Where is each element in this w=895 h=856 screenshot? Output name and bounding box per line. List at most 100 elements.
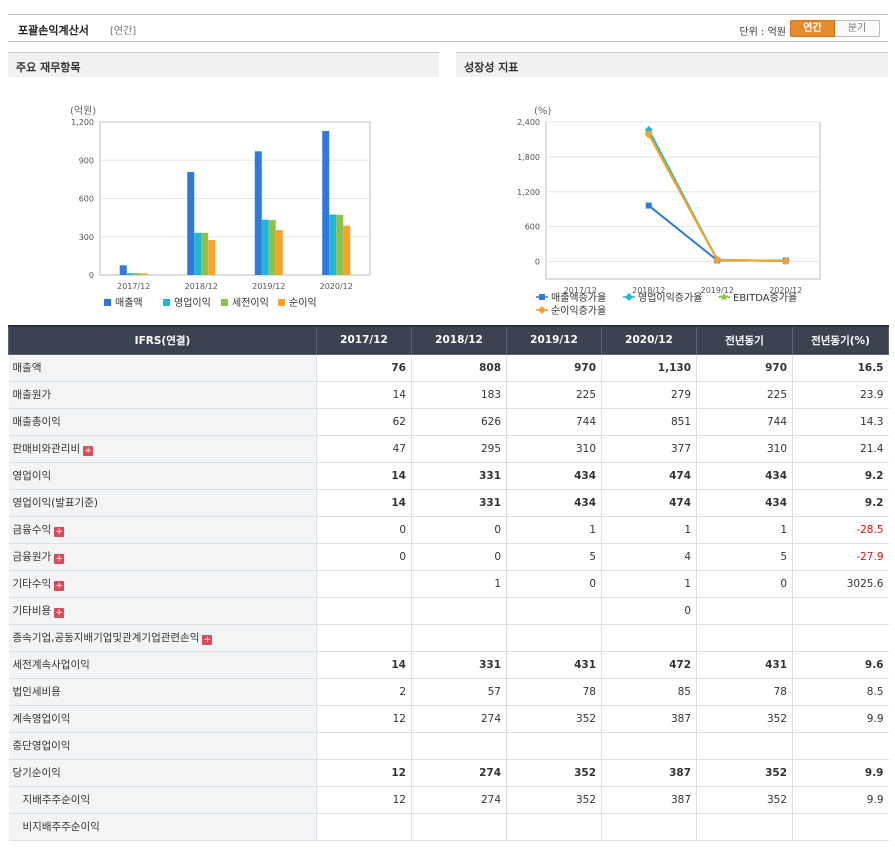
table-row: 비지배주주순이익 bbox=[8, 813, 889, 841]
row-label-cell: 비지배주주순이익 bbox=[8, 813, 317, 841]
column-header: 2018/12 bbox=[411, 325, 507, 355]
y-tick-label: 1,200 bbox=[71, 118, 94, 127]
value-cell: -27.9 bbox=[792, 543, 889, 571]
value-cell: 9.2 bbox=[792, 489, 889, 517]
value-cell bbox=[316, 570, 412, 598]
value-cell: 472 bbox=[601, 651, 697, 679]
value-cell: 225 bbox=[696, 381, 793, 409]
expand-plus-icon[interactable]: + bbox=[54, 554, 65, 564]
value-cell: 0 bbox=[601, 597, 697, 625]
y-tick-label: 0 bbox=[535, 258, 540, 267]
row-label-cell: 매출액 bbox=[8, 354, 317, 382]
y-tick-label: 0 bbox=[89, 271, 94, 280]
table-row: 지배주주순이익 12 274 352 387 352 9.9 bbox=[8, 786, 889, 814]
value-cell: 1 bbox=[411, 570, 507, 598]
value-cell: 431 bbox=[506, 651, 602, 679]
value-cell: 14 bbox=[316, 651, 412, 679]
value-cell bbox=[792, 624, 889, 652]
row-label: 중단영업이익 bbox=[12, 740, 71, 752]
value-cell: 12 bbox=[316, 786, 412, 814]
annual-toggle-button[interactable]: 연간 bbox=[790, 20, 835, 37]
bar-매출액 bbox=[187, 171, 195, 275]
value-cell: 331 bbox=[411, 651, 507, 679]
expand-plus-icon[interactable]: + bbox=[54, 527, 65, 537]
value-cell: 0 bbox=[316, 543, 412, 571]
value-cell: 431 bbox=[696, 651, 793, 679]
legend-label: EBITDA증가율 bbox=[733, 292, 797, 304]
value-cell: 78 bbox=[696, 678, 793, 706]
value-cell: 434 bbox=[696, 462, 793, 490]
value-cell: 225 bbox=[506, 381, 602, 409]
unit-label: (%) bbox=[534, 106, 551, 117]
value-cell: 2 bbox=[316, 678, 412, 706]
expand-plus-icon[interactable]: + bbox=[202, 635, 213, 645]
y-tick-label: 1,200 bbox=[517, 188, 540, 197]
value-cell bbox=[601, 732, 697, 760]
value-cell bbox=[696, 597, 793, 625]
period-toggle: 연간 분기 bbox=[790, 20, 880, 37]
value-cell: 331 bbox=[411, 462, 507, 490]
table-row: 기타비용 +0 bbox=[8, 597, 889, 625]
legend-swatch bbox=[104, 299, 111, 306]
value-cell: 14 bbox=[316, 489, 412, 517]
value-cell: 9.9 bbox=[792, 786, 889, 814]
bar-순이익 bbox=[275, 230, 283, 275]
row-label: 영업이익 bbox=[12, 470, 52, 482]
value-cell: 310 bbox=[506, 435, 602, 463]
value-cell: 744 bbox=[506, 408, 602, 436]
value-cell bbox=[696, 624, 793, 652]
bar-세전이익 bbox=[336, 214, 344, 275]
expand-plus-icon[interactable]: + bbox=[54, 608, 65, 618]
row-label-cell: 종속기업,공동지배기업및관계기업관련손익 + bbox=[8, 624, 317, 652]
x-tick-label: 2017/12 bbox=[117, 282, 150, 291]
value-cell bbox=[601, 624, 697, 652]
row-label-cell: 금융수익 + bbox=[8, 516, 317, 544]
legend-label: 순이익 bbox=[289, 297, 317, 309]
value-cell: 352 bbox=[506, 759, 602, 787]
value-cell bbox=[506, 624, 602, 652]
row-label: 세전계속사업이익 bbox=[12, 659, 90, 671]
row-label: 종속기업,공동지배기업및관계기업관련손익 bbox=[12, 632, 200, 644]
table-row: 금융수익 +0 0 1 1 1 -28.5 bbox=[8, 516, 889, 544]
value-cell: 12 bbox=[316, 759, 412, 787]
table-row: 법인세비용 2 57 78 85 78 8.5 bbox=[8, 678, 889, 706]
legend-label: 순이익증가율 bbox=[551, 305, 606, 317]
table-row: 영업이익(발표기준) 14 331 434 474 434 9.2 bbox=[8, 489, 889, 517]
expand-plus-icon[interactable]: + bbox=[54, 581, 65, 591]
bar-매출액 bbox=[254, 151, 262, 275]
table-row: 판매비와관리비 +47 295 310 377 310 21.4 bbox=[8, 435, 889, 463]
bar-영업이익 bbox=[194, 232, 202, 275]
value-cell: 387 bbox=[601, 759, 697, 787]
row-label-cell: 매출총이익 bbox=[8, 408, 317, 436]
value-cell: 14 bbox=[316, 381, 412, 409]
legend-label: 세전이익 bbox=[232, 297, 269, 309]
value-cell: 310 bbox=[696, 435, 793, 463]
row-label: 매출원가 bbox=[12, 389, 52, 401]
quarterly-toggle-button[interactable]: 분기 bbox=[835, 20, 880, 37]
value-cell: 78 bbox=[506, 678, 602, 706]
value-cell: 352 bbox=[696, 705, 793, 733]
value-cell bbox=[696, 732, 793, 760]
legend-swatch bbox=[221, 299, 228, 306]
value-cell: 21.4 bbox=[792, 435, 889, 463]
unit-label: (억원) bbox=[70, 105, 96, 117]
bar-영업이익 bbox=[126, 273, 134, 275]
unit-label: 단위 : 억원 bbox=[739, 27, 786, 38]
value-cell bbox=[506, 813, 602, 841]
value-cell: 808 bbox=[411, 354, 507, 382]
value-cell bbox=[316, 597, 412, 625]
y-tick-label: 1,800 bbox=[517, 153, 540, 162]
table-header-row: IFRS(연결) 2017/12 2018/12 2019/12 2020/12… bbox=[8, 325, 889, 355]
value-cell: -28.5 bbox=[792, 516, 889, 544]
bar-영업이익 bbox=[329, 214, 337, 275]
column-header: IFRS(연결) bbox=[8, 325, 317, 355]
value-cell: 352 bbox=[696, 759, 793, 787]
value-cell: 62 bbox=[316, 408, 412, 436]
row-label: 판매비와관리비 bbox=[12, 443, 81, 455]
value-cell: 8.5 bbox=[792, 678, 889, 706]
table-row: 당기순이익 12 274 352 387 352 9.9 bbox=[8, 759, 889, 787]
value-cell: 0 bbox=[316, 516, 412, 544]
x-tick-label: 2019/12 bbox=[701, 286, 734, 295]
value-cell: 274 bbox=[411, 705, 507, 733]
expand-plus-icon[interactable]: + bbox=[83, 446, 94, 456]
